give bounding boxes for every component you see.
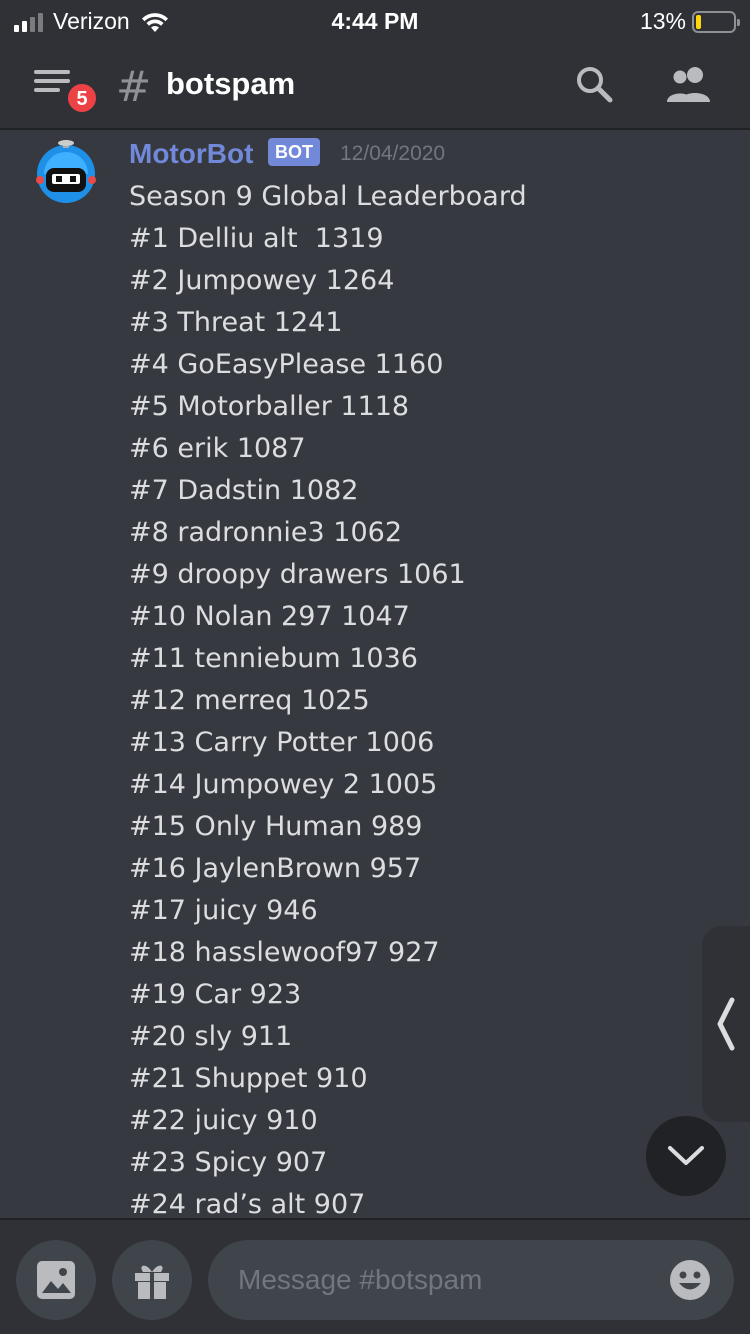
leaderboard-entry: #6 erik 1087 [129,433,306,464]
scroll-to-bottom-button[interactable] [646,1116,726,1196]
leaderboard-entry: #18 hasslewoof97 927 [129,937,440,968]
leaderboard-entry: #4 GoEasyPlease 1160 [129,349,444,380]
chevron-left-icon [717,997,735,1051]
leaderboard-entry: #7 Dadstin 1082 [129,475,359,506]
message-composer [0,1218,750,1334]
leaderboard-entry: #10 Nolan 297 1047 [129,601,410,632]
leaderboard-entry: #14 Jumpowey 2 1005 [129,769,438,800]
chevron-down-icon [668,1146,704,1165]
message-input[interactable] [208,1240,734,1320]
leaderboard-entry: #5 Motorballer 1118 [129,391,410,422]
leaderboard-entry: #19 Car 923 [129,979,302,1010]
leaderboard-entry: #15 Only Human 989 [129,811,423,842]
leaderboard-entry: #8 radronnie3 1062 [129,517,403,548]
emoji-icon[interactable] [668,1258,712,1302]
clock: 4:44 PM [331,8,419,34]
bot-tag: BOT [268,138,320,166]
gift-icon [135,1265,169,1299]
message-content: Season 9 Global Leaderboard #1 Delliu al… [129,176,689,1218]
message-author[interactable]: MotorBot [129,138,253,170]
battery-icon [692,10,740,33]
leaderboard-entry: #24 rad’s alt 907 [129,1189,366,1218]
members-icon[interactable] [664,64,714,104]
leaderboard-entry: #16 JaylenBrown 957 [129,853,422,884]
message-line: Season 9 Global Leaderboard [129,181,527,212]
gift-button[interactable] [112,1240,192,1320]
leaderboard-entry: #2 Jumpowey 1264 [129,265,395,296]
channel-name[interactable]: botspam [166,66,295,102]
leaderboard-entry: #23 Spicy 907 [129,1147,328,1178]
leaderboard-entry: #12 merreq 1025 [129,685,370,716]
status-right: 13% [639,8,740,35]
notification-badge: 5 [66,82,98,114]
leaderboard-entry: #1 Delliu alt 1319 [129,223,384,254]
battery-percent: 13% [639,8,686,34]
leaderboard-entry: #17 juicy 946 [129,895,318,926]
message-timestamp: 12/04/2020 [340,142,446,165]
leaderboard-entry: #22 juicy 910 [129,1105,318,1136]
leaderboard-entry: #21 Shuppet 910 [129,1063,368,1094]
image-icon [37,1261,75,1299]
leaderboard-entry: #13 Carry Potter 1006 [129,727,435,758]
leaderboard-entry: #3 Threat 1241 [129,307,343,338]
bot-avatar[interactable] [34,140,98,204]
leaderboard-entry: #20 sly 911 [129,1021,293,1052]
attach-image-button[interactable] [16,1240,96,1320]
message-list[interactable]: MotorBot BOT 12/04/2020 Season 9 Global … [0,130,750,1218]
status-bar: Verizon 4:44 PM 13% [0,0,750,40]
leaderboard-entry: #9 droopy drawers 1061 [129,559,466,590]
search-icon[interactable] [574,64,614,104]
member-drawer-handle[interactable] [702,926,750,1122]
channel-hash-icon: # [116,62,152,111]
channel-header: 5 # botspam [0,40,750,130]
leaderboard-entry: #11 tenniebum 1036 [129,643,418,674]
